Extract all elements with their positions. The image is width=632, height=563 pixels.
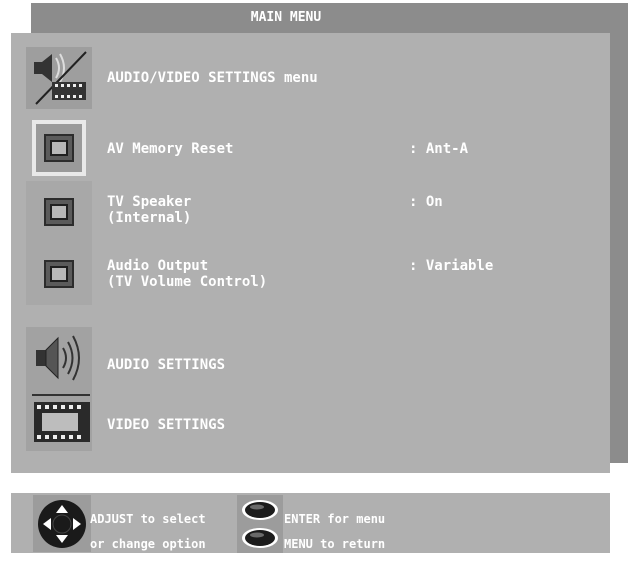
dpad-icon <box>33 495 91 552</box>
speaker-icon[interactable] <box>26 327 92 389</box>
selection-highlight <box>32 120 86 176</box>
submenu-audio-settings[interactable]: AUDIO SETTINGS <box>107 357 225 373</box>
menu-header-label: AUDIO/VIDEO SETTINGS menu <box>107 70 318 86</box>
enter-hint: ENTER for menu <box>284 512 386 526</box>
item-icon-audio-output[interactable] <box>26 243 92 305</box>
adjust-hint: ADJUST to select <box>90 512 206 526</box>
square-button-icon <box>44 260 74 288</box>
square-button-icon <box>44 134 74 162</box>
menu-item-audio-output[interactable]: Audio Output (TV Volume Control) <box>107 258 267 290</box>
main-menu-panel: AUDIO/VIDEO SETTINGS menu AV Memory Rese… <box>11 33 610 473</box>
window-title: MAIN MENU <box>250 10 322 25</box>
footer-hint-panel: ADJUST to select or change option ENTER … <box>11 493 610 553</box>
change-hint: or change option <box>90 537 206 551</box>
menu-item-av-memory-reset[interactable]: AV Memory Reset <box>107 141 233 157</box>
submenu-video-settings[interactable]: VIDEO SETTINGS <box>107 417 225 433</box>
menu-item-value-audio-output: : Variable <box>409 258 494 274</box>
menu-button-icon <box>237 523 283 553</box>
film-strip-icon[interactable] <box>26 389 92 451</box>
menu-item-value-tv-speaker: : On <box>409 194 443 210</box>
item-icon-tv-speaker[interactable] <box>26 181 92 243</box>
menu-hint: MENU to return <box>284 537 386 551</box>
square-button-icon <box>44 198 74 226</box>
menu-item-tv-speaker[interactable]: TV Speaker (Internal) <box>107 194 191 226</box>
enter-button-icon <box>237 495 283 525</box>
menu-item-value-av-memory-reset: : Ant-A <box>409 141 469 157</box>
item-icon-av-memory-reset[interactable] <box>26 117 92 179</box>
audio-video-icon <box>26 47 92 109</box>
